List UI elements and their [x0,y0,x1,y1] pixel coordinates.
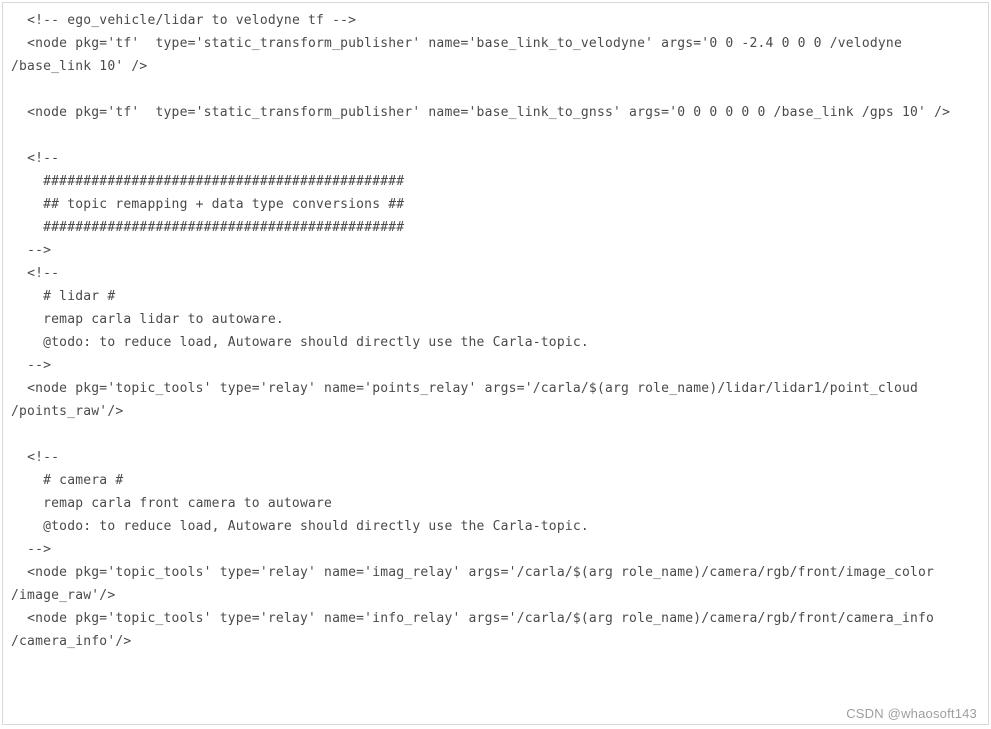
code-container: <!-- ego_vehicle/lidar to velodyne tf --… [2,2,989,725]
watermark: CSDN @whaosoft143 [846,706,977,721]
code-block: <!-- ego_vehicle/lidar to velodyne tf --… [11,9,980,653]
